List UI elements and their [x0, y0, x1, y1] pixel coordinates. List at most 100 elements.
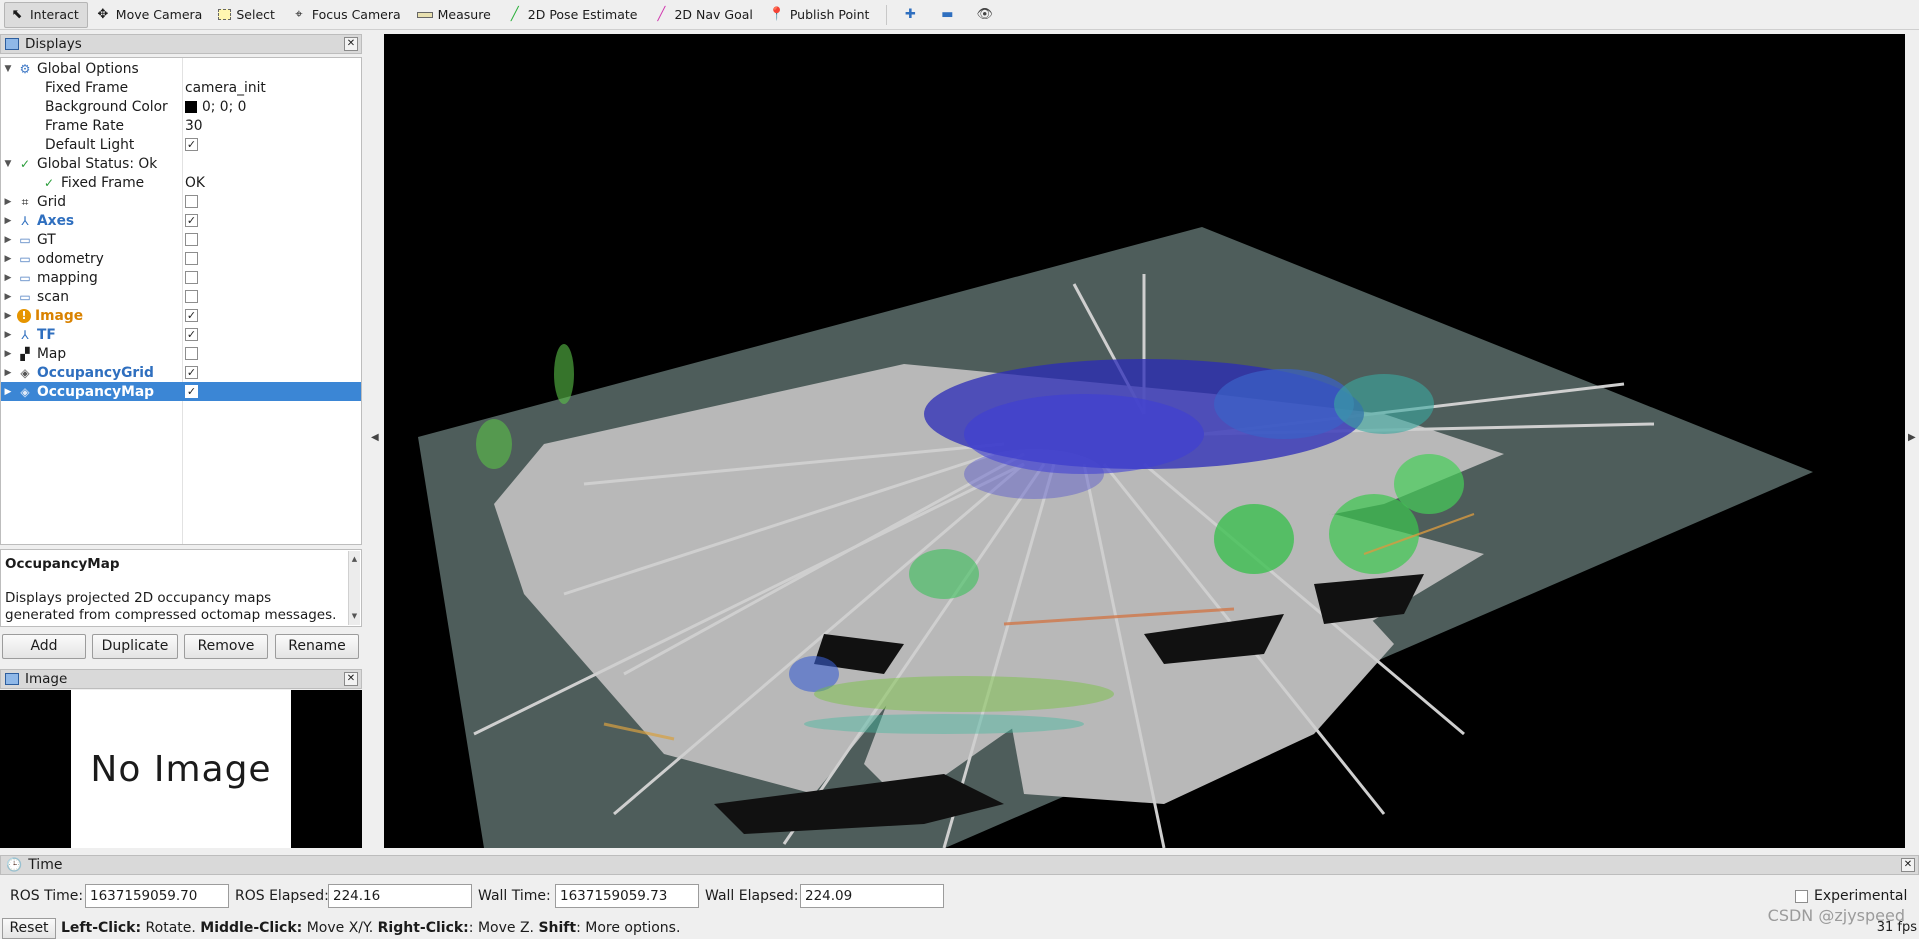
wall-elapsed-field[interactable]: 224.09: [800, 884, 944, 908]
experimental-option[interactable]: Experimental: [1795, 888, 1907, 904]
tree-row-mapping[interactable]: ▶ ▭ mapping: [1, 268, 361, 287]
ros-time-label: ROS Time:: [10, 888, 84, 904]
tree-row-gt[interactable]: ▶ ▭ GT: [1, 230, 361, 249]
tree-row-image[interactable]: ▶ ! Image ✓: [1, 306, 361, 325]
measure-tool-button[interactable]: Measure: [412, 2, 500, 28]
render-viewport[interactable]: [384, 34, 1905, 848]
2d-nav-goal-tool-button[interactable]: ╱ 2D Nav Goal: [648, 2, 761, 28]
view-options-button[interactable]: 👁: [969, 2, 1004, 28]
duplicate-button[interactable]: Duplicate: [92, 634, 178, 659]
monitor-icon: [5, 38, 19, 50]
remove-tool-button[interactable]: ▬: [932, 2, 967, 28]
occupancy-map-checkbox[interactable]: ✓: [185, 385, 198, 398]
right-splitter-handle[interactable]: ▶: [1906, 34, 1919, 848]
move-camera-tool-button[interactable]: ✥ Move Camera: [90, 2, 212, 28]
add-tool-button[interactable]: ✚: [895, 2, 930, 28]
grid-checkbox[interactable]: [185, 195, 198, 208]
background-color-value[interactable]: 0; 0; 0: [185, 99, 246, 115]
occupancy-grid-checkbox[interactable]: ✓: [185, 366, 198, 379]
expand-right-icon[interactable]: ▶: [3, 292, 13, 302]
tree-row-global-options[interactable]: ▼ ⚙ Global Options: [1, 59, 361, 78]
odometry-checkbox[interactable]: [185, 252, 198, 265]
expand-down-icon[interactable]: ▼: [3, 159, 13, 169]
row-label: Global Status: Ok: [37, 155, 158, 172]
close-icon[interactable]: ✕: [1901, 858, 1915, 872]
expand-right-icon[interactable]: ▶: [3, 235, 13, 245]
tree-row-map[interactable]: ▶ ▞ Map: [1, 344, 361, 363]
gt-checkbox[interactable]: [185, 233, 198, 246]
ros-time-field[interactable]: 1637159059.70: [85, 884, 229, 908]
toolbar-separator: [886, 4, 888, 25]
rename-button[interactable]: Rename: [275, 634, 359, 659]
row-label: GT: [37, 231, 56, 248]
image-panel-icon: [5, 673, 19, 685]
ros-elapsed-field[interactable]: 224.16: [328, 884, 472, 908]
description-scrollbar[interactable]: ▲ ▼: [348, 551, 360, 625]
expand-right-icon[interactable]: ▶: [3, 273, 13, 283]
folder-icon: ▭: [19, 232, 31, 247]
image-checkbox[interactable]: ✓: [185, 309, 198, 322]
scroll-down-icon[interactable]: ▼: [349, 608, 360, 625]
select-tool-button[interactable]: Select: [213, 2, 284, 28]
focus-camera-tool-button[interactable]: ⌖ Focus Camera: [286, 2, 410, 28]
tree-row-global-status[interactable]: ▼ ✓ Global Status: Ok: [1, 154, 361, 173]
minus-icon: ▬: [941, 6, 954, 22]
expand-right-icon[interactable]: ▶: [3, 349, 13, 359]
axes-checkbox[interactable]: ✓: [185, 214, 198, 227]
expand-right-icon[interactable]: ▶: [3, 330, 13, 340]
expand-right-icon[interactable]: ▶: [3, 368, 13, 378]
interaction-hint: Left-Click: Rotate. Middle-Click: Move X…: [61, 920, 680, 936]
2d-pose-estimate-tool-button[interactable]: ╱ 2D Pose Estimate: [502, 2, 647, 28]
expand-right-icon[interactable]: ▶: [3, 197, 13, 207]
background-color-text: 0; 0; 0: [202, 98, 247, 115]
fixed-frame-value[interactable]: camera_init: [185, 80, 266, 96]
tf-checkbox[interactable]: ✓: [185, 328, 198, 341]
tree-row-scan[interactable]: ▶ ▭ scan: [1, 287, 361, 306]
tree-row-status-fixed-frame[interactable]: ✓ Fixed Frame OK: [1, 173, 361, 192]
wall-time-field[interactable]: 1637159059.73: [555, 884, 699, 908]
close-icon[interactable]: ✕: [344, 672, 358, 686]
frame-rate-value[interactable]: 30: [185, 118, 203, 134]
move-camera-icon: ✥: [97, 6, 109, 22]
add-button[interactable]: Add: [2, 634, 86, 659]
tree-row-odometry[interactable]: ▶ ▭ odometry: [1, 249, 361, 268]
expand-right-icon[interactable]: ▶: [3, 254, 13, 264]
row-label: Axes: [37, 212, 75, 229]
ros-elapsed-label: ROS Elapsed:: [235, 888, 329, 904]
hint-middle-click: Middle-Click:: [200, 920, 303, 936]
map-checkbox[interactable]: [185, 347, 198, 360]
reset-button[interactable]: Reset: [2, 918, 56, 939]
tree-row-axes[interactable]: ▶ ⅄ Axes ✓: [1, 211, 361, 230]
row-label: OccupancyGrid: [37, 364, 154, 381]
remove-button[interactable]: Remove: [184, 634, 268, 659]
expand-right-icon[interactable]: ▶: [3, 311, 13, 321]
axes-icon: ⅄: [21, 213, 29, 228]
publish-point-tool-button[interactable]: 📍 Publish Point: [764, 2, 879, 28]
expand-right-icon[interactable]: ▶: [3, 216, 13, 226]
default-light-checkbox[interactable]: ✓: [185, 138, 198, 151]
scan-checkbox[interactable]: [185, 290, 198, 303]
tree-row-grid[interactable]: ▶ ⌗ Grid: [1, 192, 361, 211]
octomap-icon: ◈: [20, 384, 30, 399]
tree-row-tf[interactable]: ▶ ⅄ TF ✓: [1, 325, 361, 344]
scroll-up-icon[interactable]: ▲: [349, 551, 360, 568]
row-label: mapping: [37, 269, 98, 286]
tree-row-default-light[interactable]: Default Light ✓: [1, 135, 361, 154]
tree-row-fixed-frame[interactable]: Fixed Frame camera_init: [1, 78, 361, 97]
collapse-left-icon[interactable]: ◀: [371, 432, 379, 443]
tree-row-occupancy-grid[interactable]: ▶ ◈ OccupancyGrid ✓: [1, 363, 361, 382]
interact-tool-button[interactable]: ⬉ Interact: [4, 1, 88, 28]
mapping-checkbox[interactable]: [185, 271, 198, 284]
left-splitter-handle[interactable]: ◀: [368, 34, 382, 848]
expand-down-icon[interactable]: ▼: [3, 64, 13, 74]
collapse-right-icon[interactable]: ▶: [1908, 432, 1916, 443]
ruler-icon: [416, 11, 433, 18]
tree-row-frame-rate[interactable]: Frame Rate 30: [1, 116, 361, 135]
description-text: Displays projected 2D occupancy maps gen…: [5, 590, 337, 623]
time-panel-title: Time: [28, 857, 63, 873]
expand-right-icon[interactable]: ▶: [3, 387, 13, 397]
tree-row-occupancy-map[interactable]: ▶ ◈ OccupancyMap ✓: [1, 382, 361, 401]
experimental-checkbox[interactable]: [1795, 889, 1808, 903]
tree-row-background-color[interactable]: Background Color 0; 0; 0: [1, 97, 361, 116]
close-icon[interactable]: ✕: [344, 37, 358, 51]
